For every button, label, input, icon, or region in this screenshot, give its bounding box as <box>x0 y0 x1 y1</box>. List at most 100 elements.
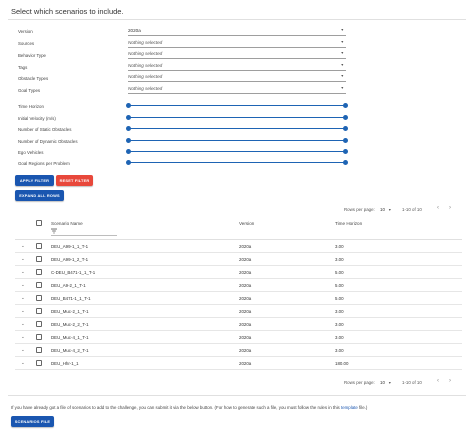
cell-time-horizon: 3.00 <box>335 348 344 353</box>
row-checkbox[interactable] <box>36 282 42 288</box>
slider-min-thumb[interactable] <box>126 103 131 108</box>
table-row[interactable]: ⌄ DEU_A9-2_1_T-1 2020a 5.00 <box>15 279 462 292</box>
row-checkbox[interactable] <box>36 308 42 314</box>
static-obstacles-label: Number of Static Obstacles <box>18 127 72 132</box>
row-checkbox[interactable] <box>36 295 42 301</box>
rows-per-page-value: 10 <box>380 207 385 212</box>
table-header: Scenario Name Version Time Horizon <box>15 216 462 240</box>
chevron-right-icon[interactable]: › <box>449 205 451 211</box>
version-label: Version <box>18 29 33 34</box>
row-checkbox[interactable] <box>36 256 42 262</box>
rows-per-page-select-bottom[interactable]: 10 ▼ <box>380 380 391 385</box>
cell-scenario-name: DEU_Muc-2_2_T-1 <box>51 322 89 327</box>
cell-version: 2020a <box>239 283 252 288</box>
cell-time-horizon: 3.00 <box>335 335 344 340</box>
chevron-down-icon[interactable]: ⌄ <box>21 269 25 275</box>
chevron-down-icon[interactable]: ⌄ <box>21 321 25 327</box>
pagination-range-bottom: 1-10 of 10 <box>402 380 422 385</box>
slider-max-thumb[interactable] <box>343 149 348 154</box>
pagination-range: 1-10 of 10 <box>402 207 422 212</box>
table-row[interactable]: ⌄ C-DEU_B471-1_1_T-1 2020a 5.00 <box>15 266 462 279</box>
row-checkbox[interactable] <box>36 334 42 340</box>
tags-label: Tags <box>18 65 28 70</box>
goal-regions-slider[interactable] <box>126 160 348 165</box>
expand-all-rows-button[interactable]: EXPAND ALL ROWS <box>15 190 64 201</box>
reset-filter-button[interactable]: RESET FILTER <box>56 175 93 186</box>
slider-max-thumb[interactable] <box>343 138 348 143</box>
table-row[interactable]: ⌄ DEU_A99-1_1_T-1 2020a 3.00 <box>15 240 462 253</box>
slider-min-thumb[interactable] <box>126 126 131 131</box>
slider-min-thumb[interactable] <box>126 115 131 120</box>
table-row[interactable]: ⌄ DEU_Hhr-1_1 2020a 180.00 <box>15 357 462 370</box>
sources-select[interactable]: Nothing selected ▼ <box>128 39 346 48</box>
table-row[interactable]: ⌄ DEU_Muc-2_1_T-1 2020a 3.00 <box>15 305 462 318</box>
slider-min-thumb[interactable] <box>126 149 131 154</box>
version-select-value: 2020a <box>128 28 141 33</box>
row-checkbox[interactable] <box>36 269 42 275</box>
table-row[interactable]: ⌄ DEU_Muc-4_1_T-1 2020a 3.00 <box>15 331 462 344</box>
behavior-type-select-value: Nothing selected <box>128 51 163 56</box>
chevron-down-icon[interactable]: ⌄ <box>21 334 25 340</box>
row-checkbox[interactable] <box>36 360 42 366</box>
chevron-down-icon[interactable]: ⌄ <box>21 243 25 249</box>
slider-max-thumb[interactable] <box>343 103 348 108</box>
chevron-down-icon[interactable]: ⌄ <box>21 282 25 288</box>
rows-per-page-select[interactable]: 10 ▼ <box>380 207 391 212</box>
slider-max-thumb[interactable] <box>343 160 348 165</box>
static-obstacles-slider[interactable] <box>126 126 348 131</box>
slider-max-thumb[interactable] <box>343 126 348 131</box>
table-row[interactable]: ⌄ DEU_Muc-4_2_T-1 2020a 3.00 <box>15 344 462 357</box>
cell-version: 2020a <box>239 348 252 353</box>
caret-down-icon: ▼ <box>340 28 344 32</box>
version-select[interactable]: 2020a ▼ <box>128 27 346 36</box>
slider-max-thumb[interactable] <box>343 115 348 120</box>
time-horizon-slider[interactable] <box>126 103 348 108</box>
select-all-checkbox[interactable] <box>36 220 42 226</box>
chevron-down-icon[interactable]: ⌄ <box>21 295 25 301</box>
template-link[interactable]: template <box>341 405 358 410</box>
chevron-left-icon[interactable]: ‹ <box>437 378 439 384</box>
header-scenario-name[interactable]: Scenario Name <box>51 221 83 226</box>
chevron-right-icon[interactable]: › <box>449 378 451 384</box>
page-title: Select which scenarios to include. <box>11 7 124 16</box>
table-row[interactable]: ⌄ DEU_A99-1_2_T-1 2020a 3.00 <box>15 253 462 266</box>
header-version[interactable]: Version <box>239 221 254 226</box>
cell-scenario-name: C-DEU_B471-1_1_T-1 <box>51 270 96 275</box>
sources-select-value: Nothing selected <box>128 40 163 45</box>
scenarios-file-button[interactable]: SCENARIOS FILE <box>11 416 54 427</box>
header-time-horizon[interactable]: Time Horizon <box>335 221 362 226</box>
ego-vehicles-slider[interactable] <box>126 149 348 154</box>
apply-filter-button[interactable]: APPLY FILTER <box>15 175 54 186</box>
time-horizon-label: Time Horizon <box>18 104 44 109</box>
cell-scenario-name: DEU_Hhr-1_1 <box>51 361 79 366</box>
cell-version: 2020a <box>239 257 252 262</box>
chevron-left-icon[interactable]: ‹ <box>437 205 439 211</box>
obstacle-types-select[interactable]: Nothing selected ▼ <box>128 73 346 82</box>
chevron-down-icon[interactable]: ⌄ <box>21 347 25 353</box>
behavior-type-select[interactable]: Nothing selected ▼ <box>128 50 346 59</box>
initial-velocity-slider[interactable] <box>126 115 348 120</box>
slider-track <box>128 140 346 141</box>
dynamic-obstacles-slider[interactable] <box>126 138 348 143</box>
dynamic-obstacles-label: Number of Dynamic Obstacles <box>18 139 78 144</box>
chevron-down-icon[interactable]: ⌄ <box>21 308 25 314</box>
chevron-down-icon[interactable]: ⌄ <box>21 256 25 262</box>
footer-text-before: If you have already got a file of scenar… <box>11 405 341 410</box>
tags-select-value: Nothing selected <box>128 63 163 68</box>
filter-icon[interactable] <box>51 228 57 234</box>
rows-per-page-label: Rows per page: <box>344 207 375 212</box>
slider-min-thumb[interactable] <box>126 138 131 143</box>
chevron-down-icon[interactable]: ⌄ <box>21 360 25 366</box>
row-checkbox[interactable] <box>36 347 42 353</box>
cell-scenario-name: DEU_Muc-4_1_T-1 <box>51 335 89 340</box>
goal-types-select[interactable]: Nothing selected ▼ <box>128 85 346 94</box>
cell-time-horizon: 5.00 <box>335 270 344 275</box>
cell-scenario-name: DEU_A99-1_2_T-1 <box>51 257 89 262</box>
table-row[interactable]: ⌄ DEU_Muc-2_2_T-1 2020a 3.00 <box>15 318 462 331</box>
row-checkbox[interactable] <box>36 321 42 327</box>
slider-min-thumb[interactable] <box>126 160 131 165</box>
cell-time-horizon: 5.00 <box>335 283 344 288</box>
tags-select[interactable]: Nothing selected ▼ <box>128 62 346 71</box>
row-checkbox[interactable] <box>36 243 42 249</box>
table-row[interactable]: ⌄ DEU_B471-1_1_T-1 2020a 5.00 <box>15 292 462 305</box>
